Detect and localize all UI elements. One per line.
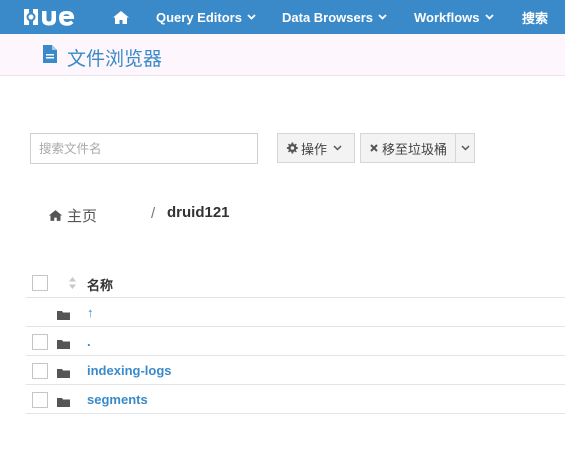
move-to-trash-label: 移至垃圾桶: [382, 141, 448, 157]
gear-icon: [286, 142, 298, 154]
file-name-link[interactable]: .: [87, 334, 91, 349]
table-header-row: 名称: [26, 268, 565, 298]
chevron-down-icon: [484, 14, 494, 20]
folder-icon: [57, 365, 70, 383]
nav-query-editors[interactable]: Query Editors: [156, 0, 256, 34]
trash-options-dropdown[interactable]: [455, 133, 475, 163]
chevron-down-icon: [247, 14, 256, 20]
file-name-link[interactable]: segments: [87, 392, 148, 407]
nav-data-browsers[interactable]: Data Browsers: [282, 0, 387, 34]
actions-button-label: 操作: [301, 141, 328, 157]
file-table: 名称 ↑ . indexing-logs segments: [26, 268, 565, 414]
select-all-checkbox[interactable]: [32, 275, 48, 291]
row-checkbox[interactable]: [32, 334, 48, 350]
table-row[interactable]: ↑: [26, 298, 565, 327]
parent-directory-link[interactable]: ↑: [87, 305, 94, 320]
hue-logo-graphic: [24, 9, 74, 26]
breadcrumb-home[interactable]: 主页: [48, 205, 97, 226]
sort-icon[interactable]: [68, 276, 77, 295]
search-input[interactable]: [30, 133, 258, 164]
folder-icon: [57, 336, 70, 354]
home-icon: [48, 209, 63, 222]
chevron-down-icon: [333, 145, 342, 151]
nav-workflows[interactable]: Workflows: [414, 0, 494, 34]
top-navbar: Query Editors Data Browsers Workflows 搜索: [0, 0, 565, 34]
table-row[interactable]: indexing-logs: [26, 356, 565, 385]
breadcrumb-home-label: 主页: [67, 208, 98, 225]
table-row[interactable]: .: [26, 327, 565, 356]
folder-icon: [57, 394, 70, 412]
breadcrumb-separator: /: [151, 205, 156, 222]
column-header-name[interactable]: 名称: [87, 275, 113, 294]
row-checkbox[interactable]: [32, 392, 48, 408]
table-row[interactable]: segments: [26, 385, 565, 414]
close-icon: [369, 143, 379, 153]
chevron-down-icon: [460, 145, 470, 151]
nav-query-editors-label: Query Editors: [156, 9, 242, 25]
actions-button[interactable]: 操作: [277, 133, 355, 163]
breadcrumb-current[interactable]: druid121: [167, 204, 230, 221]
move-to-trash-button[interactable]: 移至垃圾桶: [360, 133, 456, 163]
chevron-down-icon: [378, 14, 387, 20]
hue-logo[interactable]: [22, 8, 80, 26]
nav-data-browsers-label: Data Browsers: [282, 9, 374, 25]
nav-workflows-label: Workflows: [414, 9, 480, 25]
folder-icon: [57, 307, 70, 325]
document-icon: [42, 44, 58, 69]
file-name-link[interactable]: indexing-logs: [87, 363, 172, 378]
page-title: 文件浏览器: [67, 49, 163, 70]
home-icon[interactable]: [111, 8, 131, 26]
nav-search-label: 搜索: [522, 10, 549, 26]
page-header: 文件浏览器: [0, 34, 565, 76]
row-checkbox[interactable]: [32, 363, 48, 379]
nav-search[interactable]: 搜索: [522, 0, 548, 34]
